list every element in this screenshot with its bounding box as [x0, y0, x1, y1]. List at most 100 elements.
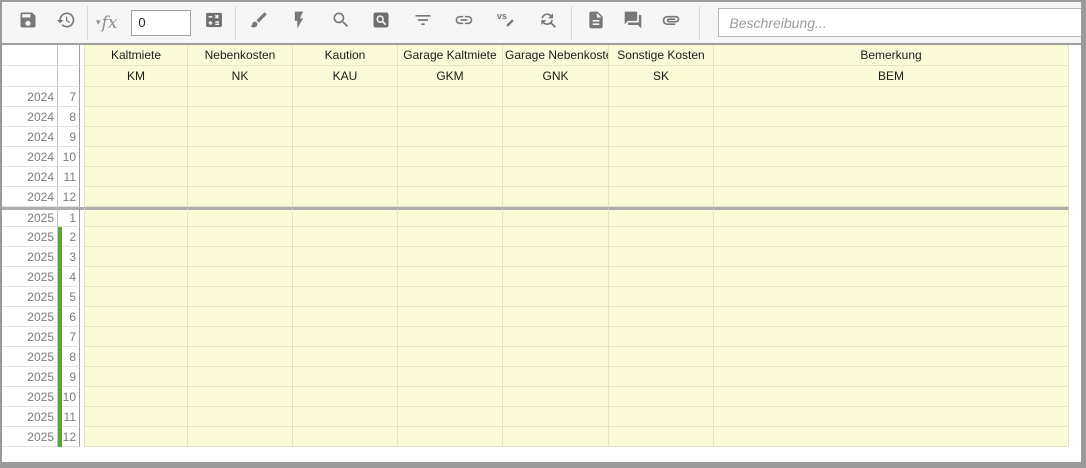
- cell[interactable]: [398, 327, 503, 347]
- cell[interactable]: [188, 167, 293, 187]
- cell[interactable]: [398, 107, 503, 127]
- row-header-year[interactable]: 2025: [2, 347, 58, 367]
- cell[interactable]: [84, 267, 188, 287]
- search-in-selection-button[interactable]: [370, 12, 392, 34]
- column-header-garage-nebenkosten[interactable]: Garage Nebenkosten: [503, 45, 609, 66]
- cell[interactable]: [293, 287, 398, 307]
- cell[interactable]: [293, 367, 398, 387]
- cell[interactable]: [293, 307, 398, 327]
- cell[interactable]: [293, 247, 398, 267]
- cell[interactable]: [398, 187, 503, 207]
- row-header-year[interactable]: 2025: [2, 207, 58, 227]
- cell[interactable]: [714, 267, 1069, 287]
- cell[interactable]: [293, 127, 398, 147]
- cell[interactable]: [188, 147, 293, 167]
- row-header-month[interactable]: 10: [58, 147, 80, 167]
- cell[interactable]: [609, 307, 714, 327]
- cell[interactable]: [84, 87, 188, 107]
- cell[interactable]: [714, 367, 1069, 387]
- row-header-year[interactable]: 2025: [2, 247, 58, 267]
- row-header-year[interactable]: 2025: [2, 287, 58, 307]
- cell[interactable]: [503, 307, 609, 327]
- row-header-year[interactable]: 2024: [2, 107, 58, 127]
- cell[interactable]: [503, 427, 609, 447]
- cell[interactable]: [84, 307, 188, 327]
- cell[interactable]: [503, 367, 609, 387]
- cell[interactable]: [84, 207, 188, 227]
- cell[interactable]: [714, 347, 1069, 367]
- cell[interactable]: [609, 227, 714, 247]
- cell[interactable]: [503, 287, 609, 307]
- cell[interactable]: [398, 267, 503, 287]
- cell[interactable]: [398, 347, 503, 367]
- cell[interactable]: [398, 287, 503, 307]
- cell[interactable]: [714, 227, 1069, 247]
- column-code-bem[interactable]: BEM: [714, 66, 1069, 87]
- search-button[interactable]: [330, 12, 352, 34]
- cell[interactable]: [503, 147, 609, 167]
- cell[interactable]: [84, 347, 188, 367]
- cell[interactable]: [293, 107, 398, 127]
- cell[interactable]: [503, 387, 609, 407]
- cell[interactable]: [293, 187, 398, 207]
- row-header-month[interactable]: 1: [58, 207, 80, 227]
- cell[interactable]: [398, 427, 503, 447]
- cell[interactable]: [398, 247, 503, 267]
- cell[interactable]: [293, 207, 398, 227]
- history-button[interactable]: [55, 12, 77, 34]
- cell[interactable]: [84, 367, 188, 387]
- row-header-month[interactable]: 7: [58, 87, 80, 107]
- row-header-year[interactable]: 2024: [2, 87, 58, 107]
- column-header-nebenkosten[interactable]: Nebenkosten: [188, 45, 293, 66]
- cell[interactable]: [84, 147, 188, 167]
- cell[interactable]: [398, 307, 503, 327]
- calculator-button[interactable]: [203, 12, 225, 34]
- cell[interactable]: [609, 407, 714, 427]
- cell[interactable]: [714, 187, 1069, 207]
- cell[interactable]: [293, 87, 398, 107]
- column-code-nk[interactable]: NK: [188, 66, 293, 87]
- cell[interactable]: [188, 407, 293, 427]
- cell[interactable]: [714, 387, 1069, 407]
- cell[interactable]: [714, 307, 1069, 327]
- cell[interactable]: [609, 287, 714, 307]
- cell[interactable]: [188, 307, 293, 327]
- column-code-km[interactable]: KM: [84, 66, 188, 87]
- cell[interactable]: [188, 267, 293, 287]
- row-header-year[interactable]: 2025: [2, 227, 58, 247]
- row-header-year[interactable]: 2025: [2, 307, 58, 327]
- cell[interactable]: [503, 407, 609, 427]
- cell[interactable]: [714, 147, 1069, 167]
- cell[interactable]: [714, 167, 1069, 187]
- row-header-month[interactable]: 12: [58, 187, 80, 207]
- row-header-year[interactable]: 2024: [2, 127, 58, 147]
- cell[interactable]: [503, 207, 609, 227]
- save-button[interactable]: [17, 12, 39, 34]
- cell[interactable]: [188, 227, 293, 247]
- cell[interactable]: [84, 287, 188, 307]
- row-header-year[interactable]: 2024: [2, 187, 58, 207]
- column-code-kau[interactable]: KAU: [293, 66, 398, 87]
- cell[interactable]: [293, 327, 398, 347]
- filter-button[interactable]: [412, 12, 434, 34]
- cell[interactable]: [609, 147, 714, 167]
- cell[interactable]: [714, 107, 1069, 127]
- column-header-garage-kaltmiete[interactable]: Garage Kaltmiete: [398, 45, 503, 66]
- row-header-year[interactable]: 2025: [2, 267, 58, 287]
- row-header-year[interactable]: 2025: [2, 367, 58, 387]
- cell[interactable]: [293, 407, 398, 427]
- cell[interactable]: [84, 327, 188, 347]
- cell[interactable]: [84, 427, 188, 447]
- find-replace-button[interactable]: [537, 12, 559, 34]
- cell[interactable]: [398, 407, 503, 427]
- column-header-bemerkung[interactable]: Bemerkung: [714, 45, 1069, 66]
- column-header-kaltmiete[interactable]: Kaltmiete: [84, 45, 188, 66]
- cell[interactable]: [188, 207, 293, 227]
- cell[interactable]: [714, 427, 1069, 447]
- cell[interactable]: [188, 247, 293, 267]
- row-header-year[interactable]: 2025: [2, 327, 58, 347]
- document-button[interactable]: [585, 12, 607, 34]
- row-header-year[interactable]: 2025: [2, 407, 58, 427]
- cell[interactable]: [84, 187, 188, 207]
- cell[interactable]: [84, 127, 188, 147]
